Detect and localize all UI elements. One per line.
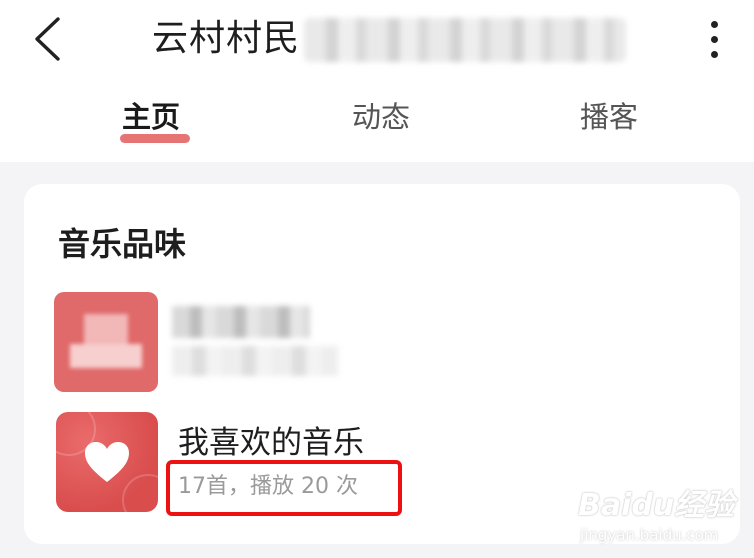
vertical-dots-icon: [710, 20, 718, 28]
blurred-playlist-subtitle: [172, 346, 338, 376]
more-options-button[interactable]: [694, 12, 734, 66]
tab-podcast[interactable]: 播客: [580, 96, 638, 138]
red-highlight-box: [166, 460, 402, 516]
heart-icon: [85, 442, 129, 482]
back-button[interactable]: [22, 14, 72, 64]
watermark-url: jingyan.baidu.com: [580, 526, 719, 544]
blurred-username: [304, 18, 626, 62]
blurred-playlist-cover[interactable]: [54, 292, 158, 392]
page-title: 云村村民: [152, 18, 301, 59]
baidu-watermark: Baidu经验 jingyan.baidu.com: [578, 488, 746, 550]
tab-activity[interactable]: 动态: [352, 96, 410, 138]
profile-tabs: 主页 动态 播客: [0, 96, 754, 152]
chevron-left-icon: [35, 17, 60, 61]
blurred-playlist-title: [172, 306, 310, 338]
playlist-name[interactable]: 我喜欢的音乐: [178, 422, 364, 464]
watermark-logo: Baidu经验: [578, 488, 735, 523]
section-title: 音乐品味: [58, 225, 187, 263]
active-tab-indicator: [120, 134, 190, 143]
liked-music-cover[interactable]: [56, 412, 158, 512]
tab-home[interactable]: 主页: [122, 96, 180, 138]
